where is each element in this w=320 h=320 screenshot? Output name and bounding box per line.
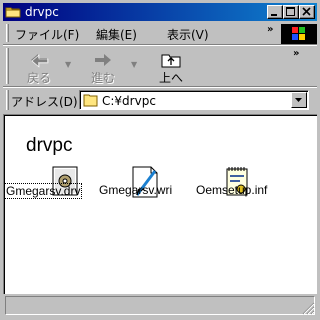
folder-content[interactable]: drvpc Gmegarsv.drv Gmegarsv.wri Oemsetup… [3, 114, 317, 294]
close-icon [302, 7, 311, 16]
window-title: drvpc [25, 5, 59, 19]
close-button[interactable] [299, 5, 315, 19]
menu-overflow-chevron[interactable]: » [267, 24, 273, 35]
forward-arrow-icon [95, 54, 111, 66]
address-value: C:¥drvpc [102, 94, 156, 108]
back-dropdown-arrow[interactable]: ▼ [65, 60, 71, 69]
status-pane [5, 296, 315, 315]
explorer-window: drvpc ファイル(F) 編集(E) 表示(V) » 戻る ▼ 進む ▼ 上へ… [0, 0, 320, 320]
menu-file[interactable]: ファイル(F) [15, 26, 79, 43]
menubar-grip[interactable] [6, 24, 9, 42]
up-button[interactable]: 上へ [149, 48, 193, 85]
forward-button[interactable]: 進む [81, 48, 125, 85]
chevron-down-icon [295, 98, 302, 102]
up-folder-icon [161, 54, 181, 68]
address-grip[interactable] [6, 90, 9, 110]
back-button[interactable]: 戻る [17, 48, 61, 85]
status-bar [3, 296, 317, 317]
windows-logo [281, 24, 317, 44]
back-arrow-icon [31, 54, 49, 68]
toolbar-grip[interactable] [6, 48, 9, 84]
minimize-button[interactable] [267, 5, 283, 19]
forward-dropdown-arrow[interactable]: ▼ [131, 60, 137, 69]
address-dropdown-button[interactable] [291, 92, 307, 108]
file-name-drv[interactable]: Gmegarsv.drv [4, 183, 83, 199]
title-bar[interactable]: drvpc [3, 3, 317, 21]
up-label: 上へ [158, 71, 183, 85]
minimize-icon [271, 14, 277, 16]
back-label: 戻る [26, 71, 51, 85]
menu-edit[interactable]: 編集(E) [96, 26, 137, 43]
address-input[interactable]: C:¥drvpc [79, 90, 309, 110]
folder-icon [5, 4, 21, 20]
folder-open-icon [83, 94, 98, 107]
file-name-inf[interactable]: Oemsetup.inf [196, 183, 267, 197]
forward-label: 進む [90, 71, 115, 85]
toolbar-overflow-chevron[interactable]: » [293, 48, 299, 59]
maximize-button[interactable] [283, 5, 299, 19]
standard-toolbar: 戻る ▼ 進む ▼ 上へ » [3, 46, 317, 86]
resize-grip-icon[interactable] [302, 302, 315, 315]
menu-view[interactable]: 表示(V) [167, 26, 209, 43]
file-name-wri[interactable]: Gmegarsv.wri [99, 183, 172, 197]
address-label: アドレス(D) [11, 95, 78, 109]
menu-bar: ファイル(F) 編集(E) 表示(V) » [3, 22, 317, 44]
maximize-icon [286, 7, 295, 16]
address-bar: アドレス(D) C:¥drvpc [3, 88, 317, 112]
folder-title: drvpc [26, 135, 73, 156]
